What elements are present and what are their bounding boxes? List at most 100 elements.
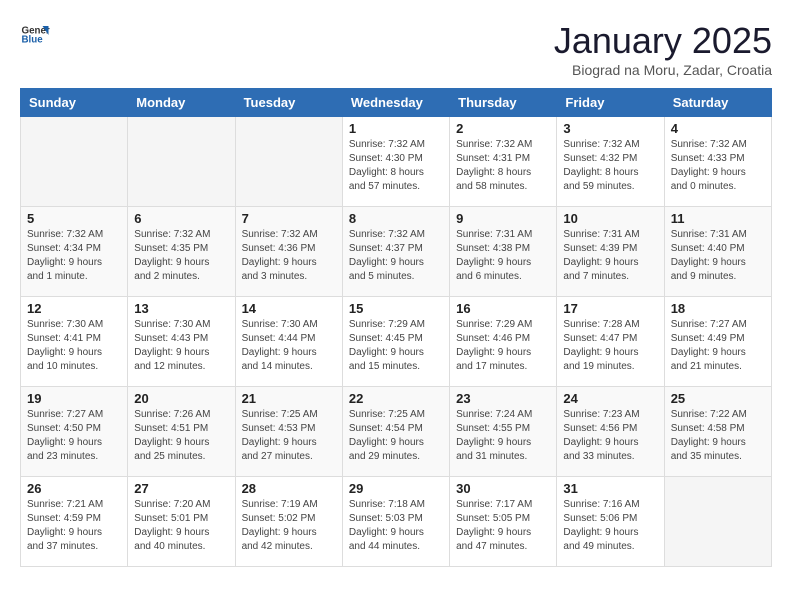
calendar-day-cell: 13Sunrise: 7:30 AM Sunset: 4:43 PM Dayli… xyxy=(128,297,235,387)
day-number: 15 xyxy=(349,301,443,316)
day-info: Sunrise: 7:30 AM Sunset: 4:44 PM Dayligh… xyxy=(242,318,336,374)
calendar-day-cell xyxy=(664,477,771,567)
day-number: 20 xyxy=(134,391,228,406)
day-number: 1 xyxy=(349,121,443,136)
calendar-day-cell: 9 Sunrise: 7:31 AM Sunset: 4:38 PM Daylig… xyxy=(450,207,557,297)
calendar-day-cell: 2Sunrise: 7:32 AM Sunset: 4:31 PM Daylig… xyxy=(450,117,557,207)
calendar-day-cell: 24Sunrise: 7:23 AM Sunset: 4:56 PM Dayli… xyxy=(557,387,664,477)
title-section: January 2025 Biograd na Moru, Zadar, Cro… xyxy=(554,20,772,78)
day-info: Sunrise: 7:32 AM Sunset: 4:31 PM Dayligh… xyxy=(456,138,550,194)
weekday-header-tuesday: Tuesday xyxy=(235,89,342,117)
day-info: Sunrise: 7:25 AM Sunset: 4:54 PM Dayligh… xyxy=(349,408,443,464)
day-number: 10 xyxy=(563,211,657,226)
day-number: 23 xyxy=(456,391,550,406)
calendar-day-cell: 1Sunrise: 7:32 AM Sunset: 4:30 PM Daylig… xyxy=(342,117,449,207)
day-info: Sunrise: 7:29 AM Sunset: 4:46 PM Dayligh… xyxy=(456,318,550,374)
calendar-day-cell: 29 Sunrise: 7:18 AM Sunset: 5:03 PM Dayli… xyxy=(342,477,449,567)
day-number: 16 xyxy=(456,301,550,316)
calendar-day-cell: 14 Sunrise: 7:30 AM Sunset: 4:44 PM Dayli… xyxy=(235,297,342,387)
day-number: 7 xyxy=(242,211,336,226)
weekday-header-thursday: Thursday xyxy=(450,89,557,117)
calendar-day-cell: 19Sunrise: 7:27 AM Sunset: 4:50 PM Dayli… xyxy=(21,387,128,477)
weekday-header-sunday: Sunday xyxy=(21,89,128,117)
day-info: Sunrise: 7:31 AM Sunset: 4:39 PM Dayligh… xyxy=(563,228,657,284)
day-number: 14 xyxy=(242,301,336,316)
calendar-day-cell: 21 Sunrise: 7:25 AM Sunset: 4:53 PM Dayli… xyxy=(235,387,342,477)
calendar-week-row: 12 Sunrise: 7:30 AM Sunset: 4:41 PM Dayli… xyxy=(21,297,772,387)
calendar-day-cell xyxy=(235,117,342,207)
calendar-day-cell xyxy=(128,117,235,207)
weekday-header-friday: Friday xyxy=(557,89,664,117)
day-info: Sunrise: 7:32 AM Sunset: 4:33 PM Dayligh… xyxy=(671,138,765,194)
day-info: Sunrise: 7:21 AM Sunset: 4:59 PM Dayligh… xyxy=(27,498,121,554)
calendar-day-cell: 18 Sunrise: 7:27 AM Sunset: 4:49 PM Dayli… xyxy=(664,297,771,387)
day-number: 21 xyxy=(242,391,336,406)
day-info: Sunrise: 7:31 AM Sunset: 4:40 PM Dayligh… xyxy=(671,228,765,284)
calendar-week-row: 5Sunrise: 7:32 AM Sunset: 4:34 PM Daylig… xyxy=(21,207,772,297)
calendar-day-cell: 10 Sunrise: 7:31 AM Sunset: 4:39 PM Dayli… xyxy=(557,207,664,297)
svg-text:Blue: Blue xyxy=(22,35,44,46)
day-number: 25 xyxy=(671,391,765,406)
calendar-day-cell: 31 Sunrise: 7:16 AM Sunset: 5:06 PM Dayli… xyxy=(557,477,664,567)
calendar-day-cell: 30Sunrise: 7:17 AM Sunset: 5:05 PM Dayli… xyxy=(450,477,557,567)
calendar-day-cell: 5Sunrise: 7:32 AM Sunset: 4:34 PM Daylig… xyxy=(21,207,128,297)
day-number: 4 xyxy=(671,121,765,136)
day-number: 22 xyxy=(349,391,443,406)
day-info: Sunrise: 7:17 AM Sunset: 5:05 PM Dayligh… xyxy=(456,498,550,554)
calendar-day-cell: 26Sunrise: 7:21 AM Sunset: 4:59 PM Dayli… xyxy=(21,477,128,567)
calendar-day-cell: 23 Sunrise: 7:24 AM Sunset: 4:55 PM Dayli… xyxy=(450,387,557,477)
day-info: Sunrise: 7:27 AM Sunset: 4:49 PM Dayligh… xyxy=(671,318,765,374)
calendar-day-cell: 6 Sunrise: 7:32 AM Sunset: 4:35 PM Daylig… xyxy=(128,207,235,297)
day-info: Sunrise: 7:27 AM Sunset: 4:50 PM Dayligh… xyxy=(27,408,121,464)
calendar-day-cell: 17Sunrise: 7:28 AM Sunset: 4:47 PM Dayli… xyxy=(557,297,664,387)
day-info: Sunrise: 7:26 AM Sunset: 4:51 PM Dayligh… xyxy=(134,408,228,464)
calendar-day-cell: 11Sunrise: 7:31 AM Sunset: 4:40 PM Dayli… xyxy=(664,207,771,297)
logo-icon: General Blue xyxy=(20,20,50,50)
weekday-header-monday: Monday xyxy=(128,89,235,117)
calendar-table: SundayMondayTuesdayWednesdayThursdayFrid… xyxy=(20,88,772,567)
day-info: Sunrise: 7:32 AM Sunset: 4:36 PM Dayligh… xyxy=(242,228,336,284)
day-info: Sunrise: 7:20 AM Sunset: 5:01 PM Dayligh… xyxy=(134,498,228,554)
day-number: 31 xyxy=(563,481,657,496)
day-info: Sunrise: 7:31 AM Sunset: 4:38 PM Dayligh… xyxy=(456,228,550,284)
calendar-day-cell: 27 Sunrise: 7:20 AM Sunset: 5:01 PM Dayli… xyxy=(128,477,235,567)
day-info: Sunrise: 7:18 AM Sunset: 5:03 PM Dayligh… xyxy=(349,498,443,554)
day-info: Sunrise: 7:29 AM Sunset: 4:45 PM Dayligh… xyxy=(349,318,443,374)
weekday-header-saturday: Saturday xyxy=(664,89,771,117)
calendar-day-cell: 4 Sunrise: 7:32 AM Sunset: 4:33 PM Daylig… xyxy=(664,117,771,207)
calendar-day-cell: 3Sunrise: 7:32 AM Sunset: 4:32 PM Daylig… xyxy=(557,117,664,207)
day-number: 12 xyxy=(27,301,121,316)
calendar-day-cell: 25 Sunrise: 7:22 AM Sunset: 4:58 PM Dayli… xyxy=(664,387,771,477)
day-info: Sunrise: 7:32 AM Sunset: 4:35 PM Dayligh… xyxy=(134,228,228,284)
day-number: 28 xyxy=(242,481,336,496)
calendar-week-row: 19Sunrise: 7:27 AM Sunset: 4:50 PM Dayli… xyxy=(21,387,772,477)
calendar-day-cell: 20 Sunrise: 7:26 AM Sunset: 4:51 PM Dayli… xyxy=(128,387,235,477)
calendar-week-row: 1Sunrise: 7:32 AM Sunset: 4:30 PM Daylig… xyxy=(21,117,772,207)
day-number: 6 xyxy=(134,211,228,226)
day-number: 18 xyxy=(671,301,765,316)
calendar-day-cell: 28 Sunrise: 7:19 AM Sunset: 5:02 PM Dayli… xyxy=(235,477,342,567)
day-number: 3 xyxy=(563,121,657,136)
page-header: General Blue January 2025 Biograd na Mor… xyxy=(20,20,772,78)
location-subtitle: Biograd na Moru, Zadar, Croatia xyxy=(554,62,772,78)
day-number: 27 xyxy=(134,481,228,496)
day-info: Sunrise: 7:19 AM Sunset: 5:02 PM Dayligh… xyxy=(242,498,336,554)
day-number: 9 xyxy=(456,211,550,226)
calendar-day-cell: 15 Sunrise: 7:29 AM Sunset: 4:45 PM Dayli… xyxy=(342,297,449,387)
day-info: Sunrise: 7:30 AM Sunset: 4:41 PM Dayligh… xyxy=(27,318,121,374)
calendar-day-cell: 8Sunrise: 7:32 AM Sunset: 4:37 PM Daylig… xyxy=(342,207,449,297)
weekday-header-wednesday: Wednesday xyxy=(342,89,449,117)
day-info: Sunrise: 7:32 AM Sunset: 4:34 PM Dayligh… xyxy=(27,228,121,284)
calendar-day-cell: 22 Sunrise: 7:25 AM Sunset: 4:54 PM Dayli… xyxy=(342,387,449,477)
day-info: Sunrise: 7:25 AM Sunset: 4:53 PM Dayligh… xyxy=(242,408,336,464)
day-info: Sunrise: 7:22 AM Sunset: 4:58 PM Dayligh… xyxy=(671,408,765,464)
day-info: Sunrise: 7:16 AM Sunset: 5:06 PM Dayligh… xyxy=(563,498,657,554)
day-number: 29 xyxy=(349,481,443,496)
weekday-header-row: SundayMondayTuesdayWednesdayThursdayFrid… xyxy=(21,89,772,117)
day-number: 13 xyxy=(134,301,228,316)
month-title: January 2025 xyxy=(554,20,772,62)
calendar-week-row: 26Sunrise: 7:21 AM Sunset: 4:59 PM Dayli… xyxy=(21,477,772,567)
day-info: Sunrise: 7:24 AM Sunset: 4:55 PM Dayligh… xyxy=(456,408,550,464)
day-info: Sunrise: 7:32 AM Sunset: 4:37 PM Dayligh… xyxy=(349,228,443,284)
day-number: 24 xyxy=(563,391,657,406)
